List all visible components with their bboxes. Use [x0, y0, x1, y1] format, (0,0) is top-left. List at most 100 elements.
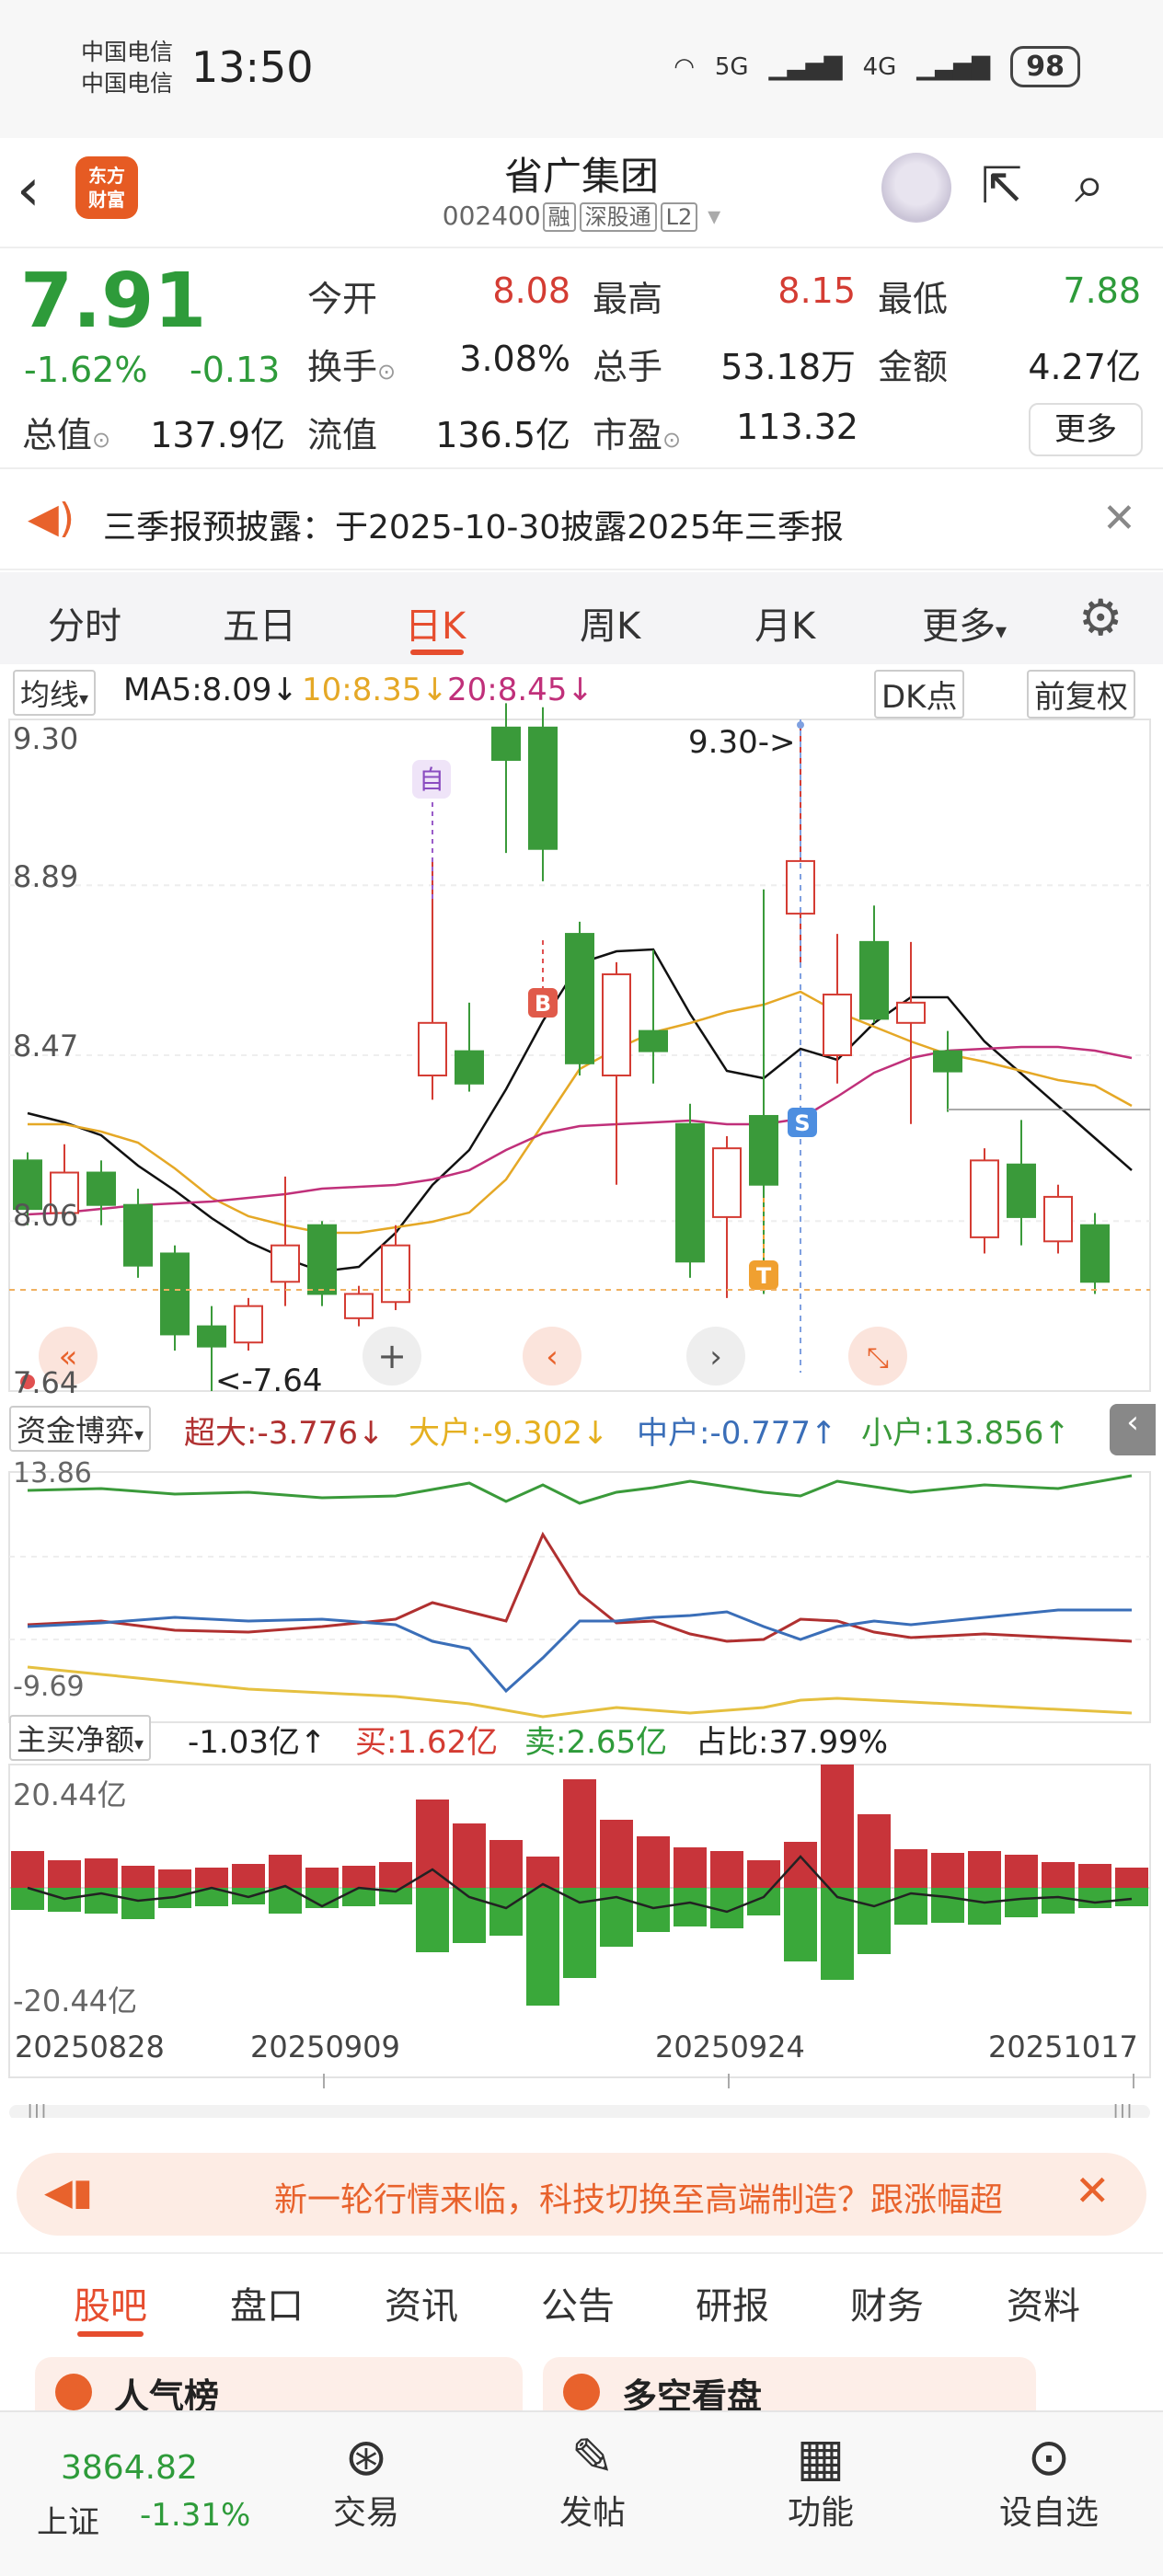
- small-holder-line: [27, 1474, 1133, 1505]
- float-value: 136.5亿: [435, 415, 570, 455]
- more-button[interactable]: 更多: [1029, 403, 1143, 456]
- close-icon[interactable]: ✕: [1102, 495, 1136, 542]
- index-value[interactable]: 3864.82: [61, 2449, 198, 2487]
- candle-body[interactable]: [896, 1001, 926, 1024]
- y-tick: 8.06: [13, 1198, 79, 1233]
- net-buy-bar: [784, 1842, 817, 1888]
- candle-body[interactable]: [160, 1252, 190, 1336]
- scroll-handle-left[interactable]: |||: [27, 2102, 47, 2118]
- net-buy-bar: [1115, 1868, 1148, 1888]
- candle-body[interactable]: [639, 1029, 668, 1052]
- close-icon[interactable]: ✕: [1075, 2166, 1111, 2215]
- net-buy-bar: [453, 1823, 486, 1888]
- edit-icon: ✎: [570, 2428, 615, 2488]
- net-sell-bar: [858, 1888, 891, 1954]
- plus-icon: +: [377, 1336, 407, 1376]
- tab-daily-k[interactable]: 日K: [405, 596, 466, 650]
- tab-indicator: [410, 650, 464, 655]
- assistant-avatar[interactable]: [881, 153, 951, 223]
- net-buy-bar: [269, 1855, 302, 1888]
- flow-selector[interactable]: 资金博弈▾: [9, 1406, 152, 1452]
- net-buy-bar: [821, 1765, 854, 1888]
- big-holder-line: [27, 1665, 1133, 1719]
- candle-body[interactable]: [1007, 1163, 1036, 1218]
- candle-body[interactable]: [712, 1147, 742, 1218]
- candle-body[interactable]: [307, 1224, 337, 1295]
- info-icon[interactable]: ⊙: [92, 427, 110, 453]
- super-large-value: 超大:-3.776↓: [184, 1415, 385, 1452]
- period-tabs: 分时 五日 日K 周K 月K 更多▾ ⚙: [0, 572, 1163, 664]
- pe-value: 113.32: [736, 407, 858, 447]
- add-watchlist-button[interactable]: ⊙ 设自选: [985, 2431, 1113, 2534]
- tab-research[interactable]: 研报: [696, 2276, 769, 2329]
- net-4g: 4G: [862, 52, 897, 81]
- tab-weekly-k[interactable]: 周K: [580, 596, 640, 650]
- functions-button[interactable]: ▦ 功能: [756, 2431, 885, 2534]
- net-sell-bar: [342, 1888, 375, 1906]
- net-sell-bar: [1078, 1888, 1111, 1908]
- net-sell-bar: [821, 1888, 854, 1980]
- tab-more[interactable]: 更多▾: [922, 596, 1007, 650]
- date-label: 20250828: [15, 2030, 165, 2064]
- promo-banner[interactable]: ◀▮ 新一轮行情来临，科技切换至高端制造？跟涨幅超 ✕: [17, 2153, 1146, 2236]
- candle-body[interactable]: [344, 1293, 374, 1319]
- tab-intraday[interactable]: 分时: [48, 596, 121, 650]
- net-sell-bar: [674, 1888, 707, 1926]
- turnover-label: 换手⊙: [307, 347, 397, 387]
- candle-body[interactable]: [528, 726, 558, 850]
- net-ymin: -20.44亿: [13, 1984, 138, 2018]
- candle-body[interactable]: [1080, 1224, 1110, 1283]
- tab-profile[interactable]: 资料: [1007, 2276, 1080, 2329]
- net-sell-bar: [416, 1888, 449, 1952]
- settings-gear-icon[interactable]: ⚙: [1078, 589, 1123, 647]
- candle-body[interactable]: [823, 994, 852, 1056]
- candle-body[interactable]: [970, 1159, 999, 1238]
- net-buy-bar: [1078, 1864, 1111, 1888]
- clock: 13:50: [191, 42, 314, 92]
- candle-body[interactable]: [565, 933, 594, 1064]
- tab-5day[interactable]: 五日: [223, 596, 296, 650]
- net-buy-bar: [1042, 1862, 1075, 1888]
- candle-body[interactable]: [491, 726, 521, 761]
- candle-body[interactable]: [933, 1050, 962, 1073]
- net-sell-bar: [526, 1888, 559, 2006]
- candle-body[interactable]: [602, 973, 631, 1076]
- net-buy-bar: [85, 1858, 118, 1888]
- net-selector[interactable]: 主买净额▾: [9, 1715, 152, 1761]
- candle-body[interactable]: [1043, 1195, 1073, 1243]
- tab-guba[interactable]: 股吧: [74, 2276, 147, 2329]
- tab-announcements[interactable]: 公告: [541, 2276, 615, 2329]
- flow-legend: 资金博弈▾ 超大:-3.776↓ 大户:-9.302↓ 中户:-0.777↑ 小…: [0, 1404, 1163, 1455]
- candle-body[interactable]: [197, 1325, 226, 1348]
- y-tick: 9.30: [13, 721, 79, 756]
- tab-financials[interactable]: 财务: [850, 2276, 924, 2329]
- notice-bar[interactable]: ◀) 三季报预披露：于2025-10-30披露2025年三季报 ✕: [0, 467, 1163, 570]
- info-icon[interactable]: ⊙: [377, 359, 396, 385]
- candle-body[interactable]: [381, 1244, 410, 1304]
- candle-body[interactable]: [675, 1122, 705, 1263]
- share-icon[interactable]: ⇱: [981, 156, 1022, 214]
- info-icon[interactable]: ⊙: [662, 427, 681, 453]
- candle-body[interactable]: [123, 1203, 153, 1267]
- candle-body[interactable]: [86, 1171, 116, 1206]
- search-icon[interactable]: ⌕: [1075, 153, 1104, 216]
- chevron-right-icon: ›: [709, 1339, 722, 1375]
- tab-monthly-k[interactable]: 月K: [754, 596, 815, 650]
- scroll-handle-right[interactable]: |||: [1112, 2102, 1133, 2118]
- candle-body[interactable]: [418, 1021, 447, 1076]
- tab-pankou[interactable]: 盘口: [230, 2276, 304, 2329]
- collapse-panel-icon[interactable]: ‹: [1110, 1404, 1156, 1455]
- candle-body[interactable]: [455, 1050, 484, 1085]
- last-price: 7.91: [20, 258, 207, 345]
- net-sell-bar: [489, 1888, 523, 1936]
- scrollbar[interactable]: ||| |||: [9, 2102, 1150, 2118]
- tab-news[interactable]: 资讯: [385, 2276, 458, 2329]
- grid-icon: ▦: [796, 2428, 846, 2488]
- candle-body[interactable]: [859, 940, 889, 1020]
- candle-body[interactable]: [749, 1114, 778, 1186]
- net-buy-bar: [1005, 1855, 1038, 1888]
- candle-body[interactable]: [271, 1244, 300, 1283]
- trade-button[interactable]: ⊛ 交易: [302, 2431, 431, 2534]
- post-button[interactable]: ✎ 发帖: [528, 2431, 657, 2534]
- candle-body[interactable]: [234, 1305, 263, 1344]
